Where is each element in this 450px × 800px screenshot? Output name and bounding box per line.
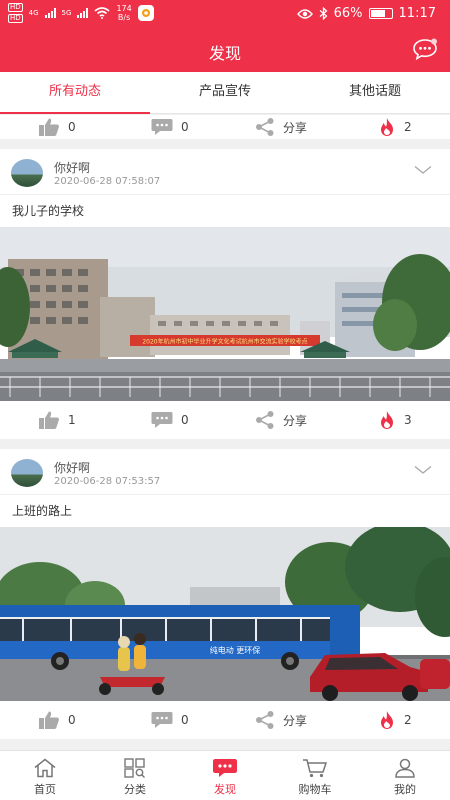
like-button[interactable]: 0 [38,115,76,146]
post-actions: 0 0 分享 2 [0,701,450,739]
comment-button[interactable]: 0 [151,115,189,146]
avatar[interactable] [11,459,43,487]
clock: 11:17 [398,6,436,21]
thumbs-up-icon [39,711,59,729]
post-photo-commute[interactable]: 纯电动 更环保 [0,527,450,701]
hot-indicator: 2 [378,115,412,146]
eye-icon [296,8,313,19]
discover-chat-icon [213,759,237,777]
comment-count: 0 [181,413,189,427]
bluetooth-icon [319,7,328,20]
like-button[interactable]: 1 [38,401,76,439]
thumbs-up-icon [39,411,59,429]
post-header: 你好啊 2020-06-28 07:53:57 [0,449,450,495]
page-title: 发现 [208,44,241,63]
share-label: 分享 [283,713,308,728]
network-speed: 174 B/s [116,4,132,22]
share-icon [256,711,274,729]
hot-count: 3 [404,413,412,427]
chat-bubble-icon[interactable] [412,38,438,60]
bus-side-text: 纯电动 更环保 [210,645,261,655]
status-bar: HD HD 4G 5G 174 B/s 66% 11:17 [0,0,450,28]
user-icon [395,758,415,778]
chevron-down-icon[interactable] [414,165,432,175]
nav-discover[interactable]: 发现 [180,751,270,800]
comment-icon [151,712,173,728]
post-card[interactable]: 你好啊 2020-06-28 07:58:07 我儿子的学校 2020年杭州市初… [0,149,450,439]
commute-photo: 纯电动 更环保 [0,527,450,701]
tab-product-promotion[interactable]: 产品宣传 [150,72,300,113]
share-button[interactable]: 分享 [255,115,307,146]
post-username[interactable]: 你好啊 [54,459,90,476]
wifi-icon [94,7,110,19]
bottom-nav: 首页 分类 发现 购物车 我的 [0,750,450,800]
flame-icon [381,711,393,729]
comment-button[interactable]: 0 [151,401,189,439]
post-photo-school[interactable]: 2020年杭州市初中毕业升学文化考试杭州市交流实验学校考点 [0,227,450,401]
hot-indicator: 3 [378,401,412,439]
network-type-2: 5G [61,8,72,17]
battery-percent: 66% [333,6,363,21]
post-timestamp: 2020-06-28 07:53:57 [54,476,161,487]
share-label: 分享 [283,413,308,428]
nav-cart[interactable]: 购物车 [270,751,360,800]
post-actions: 1 0 分享 3 [0,401,450,439]
tab-other-topics[interactable]: 其他话题 [300,72,450,113]
post-timestamp: 2020-06-28 07:58:07 [54,176,161,187]
tab-all-posts[interactable]: 所有动态 [0,72,150,114]
post-username[interactable]: 你好啊 [54,159,90,176]
post-actions: 0 0 分享 2 [0,115,450,139]
signal-icon [44,8,56,18]
like-button[interactable]: 0 [38,701,76,739]
chevron-down-icon[interactable] [414,465,432,475]
hot-indicator: 2 [378,701,412,739]
comment-icon [151,412,173,428]
post-feed[interactable]: 0 0 分享 2 你好啊 2020-06-28 07:58:07 我儿子的学校 [0,115,450,750]
signal-icon-2 [77,8,89,18]
home-icon [34,758,56,778]
flame-icon [381,411,393,429]
like-count: 1 [68,413,76,427]
title-bar: 发现 [0,28,450,72]
nav-home[interactable]: 首页 [0,751,90,800]
share-button[interactable]: 分享 [255,401,307,439]
grid-icon [124,758,145,778]
post-header: 你好啊 2020-06-28 07:58:07 [0,149,450,195]
thumbs-up-icon [39,118,59,136]
comment-button[interactable]: 0 [151,701,189,739]
flame-icon [381,118,393,136]
network-type-1: 4G [28,8,39,17]
post-card[interactable]: 你好啊 2020-06-28 07:53:57 上班的路上 纯电动 更环保 0 … [0,449,450,739]
avatar[interactable] [11,159,43,187]
battery-icon [368,8,393,19]
share-button[interactable]: 分享 [255,701,307,739]
like-count: 0 [68,713,76,727]
school-banner-text: 2020年杭州市初中毕业升学文化考试杭州市交流实验学校考点 [142,338,307,346]
share-icon [256,411,274,429]
category-tabs: 所有动态 产品宣传 其他话题 [0,72,450,114]
post-text: 我儿子的学校 [12,204,85,218]
nav-category[interactable]: 分类 [90,751,180,800]
comment-icon [151,119,173,135]
share-icon [256,118,274,136]
post-text: 上班的路上 [12,504,73,518]
school-photo: 2020年杭州市初中毕业升学文化考试杭州市交流实验学校考点 [0,227,450,401]
app-notification-icon [137,5,154,21]
shopping-cart-icon [303,759,328,778]
hot-count: 2 [404,713,412,727]
hd-indicator: HD HD [8,3,23,23]
comment-count: 0 [181,713,189,727]
nav-profile[interactable]: 我的 [360,751,450,800]
